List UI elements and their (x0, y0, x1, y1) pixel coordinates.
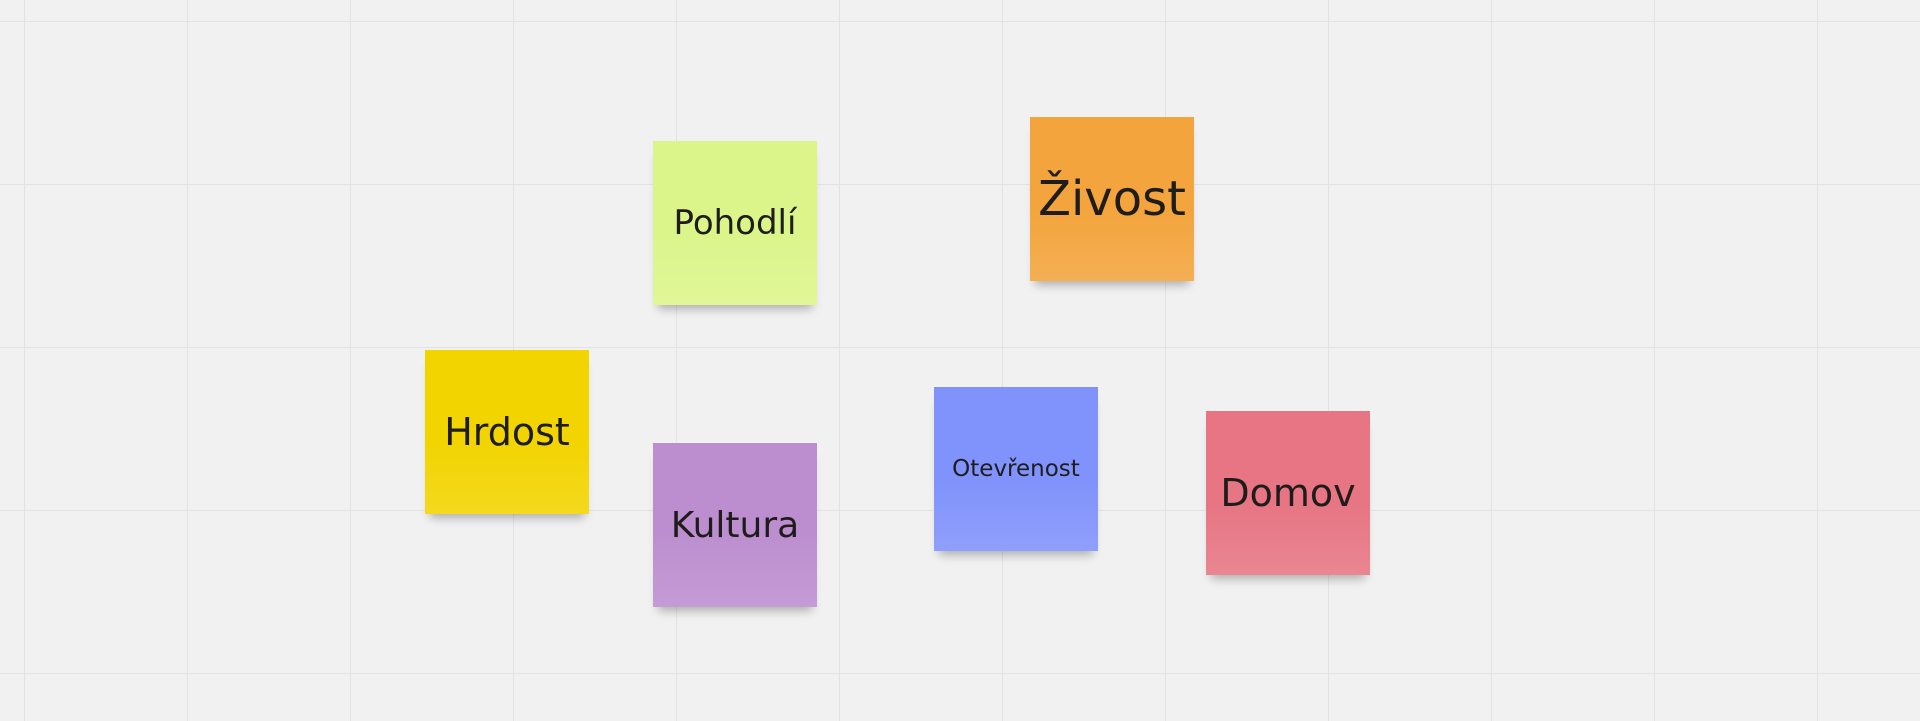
whiteboard-canvas[interactable]: Pohodlí Živost Hrdost Kultura Otevřenost… (0, 0, 1920, 721)
sticky-note-kultura[interactable]: Kultura (653, 443, 817, 607)
sticky-note-otevrenost[interactable]: Otevřenost (934, 387, 1098, 551)
sticky-note-zivost[interactable]: Živost (1030, 117, 1194, 281)
sticky-note-hrdost[interactable]: Hrdost (425, 350, 589, 514)
sticky-note-domov[interactable]: Domov (1206, 411, 1370, 575)
sticky-note-label: Domov (1220, 471, 1356, 515)
sticky-note-pohodli[interactable]: Pohodlí (653, 141, 817, 305)
sticky-note-label: Kultura (670, 504, 800, 546)
sticky-note-label: Otevřenost (952, 456, 1080, 482)
sticky-note-label: Hrdost (444, 410, 570, 454)
sticky-note-label: Pohodlí (673, 203, 797, 243)
sticky-note-label: Živost (1038, 171, 1186, 227)
